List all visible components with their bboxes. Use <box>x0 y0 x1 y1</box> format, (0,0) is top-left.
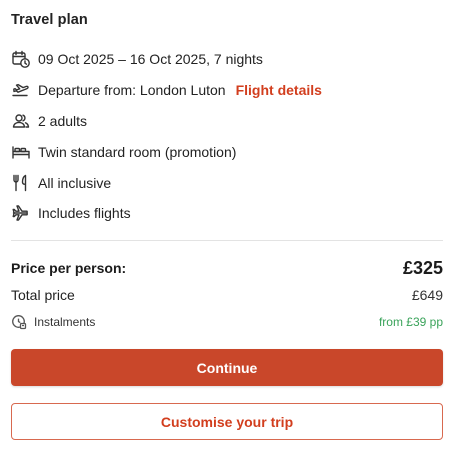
total-price-value: £649 <box>411 287 443 303</box>
board-text: All inclusive <box>38 175 112 191</box>
customise-trip-button[interactable]: Customise your trip <box>11 403 443 440</box>
total-price-label: Total price <box>11 287 75 303</box>
plane-icon <box>11 203 31 223</box>
panel-title: Travel plan <box>11 12 88 28</box>
total-price-row: Total price £649 <box>11 285 443 305</box>
price-per-person-value: £325 <box>402 257 443 278</box>
dates-text: 09 Oct 2025 – 16 Oct 2025, 7 nights <box>38 51 263 67</box>
continue-button[interactable]: Continue <box>11 349 443 386</box>
price-per-person-label: Price per person: <box>11 260 127 276</box>
room-text: Twin standard room (promotion) <box>38 144 237 160</box>
instalments-label: Instalments <box>34 315 96 329</box>
divider <box>11 240 443 241</box>
calendar-clock-icon <box>11 49 31 69</box>
cutlery-icon <box>11 173 31 193</box>
instalments-icon <box>12 315 27 330</box>
price-per-person-row: Price per person: £325 <box>11 256 443 280</box>
flights-row: Includes flights <box>11 201 131 225</box>
room-row: Twin standard room (promotion) <box>11 140 236 164</box>
flight-details-link[interactable]: Flight details <box>236 82 322 98</box>
flights-text: Includes flights <box>38 205 131 221</box>
instalments-value: from £39 pp <box>378 315 443 329</box>
departure-row: Departure from: London Luton Flight deta… <box>11 78 322 102</box>
users-icon <box>11 111 31 131</box>
board-row: All inclusive <box>11 171 111 195</box>
guests-row: 2 adults <box>11 109 87 133</box>
bed-icon <box>11 142 31 162</box>
dates-row: 09 Oct 2025 – 16 Oct 2025, 7 nights <box>11 47 263 71</box>
instalments-row: Instalments from £39 pp <box>11 313 443 331</box>
departure-text: Departure from: London Luton <box>38 82 226 98</box>
guests-text: 2 adults <box>38 113 88 129</box>
plane-departure-icon <box>11 80 31 100</box>
